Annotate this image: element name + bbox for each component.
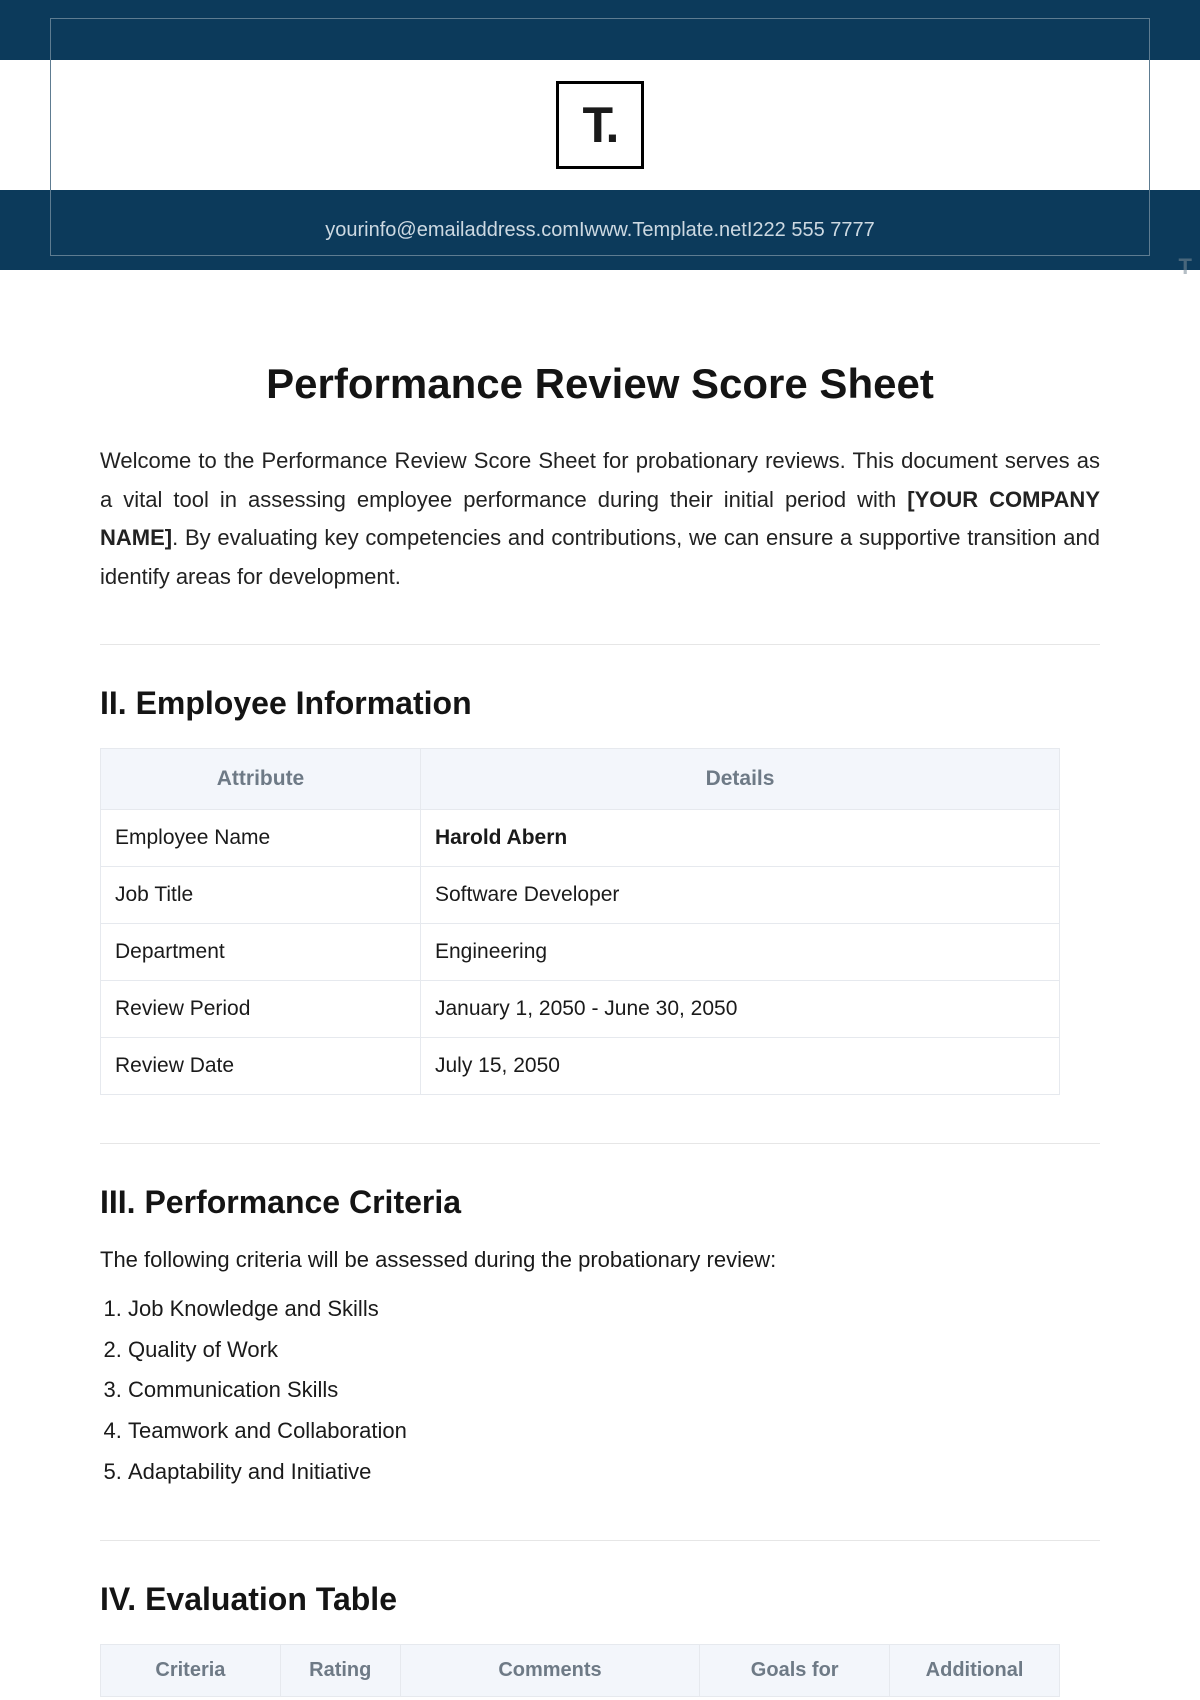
evaluation-table: Criteria Rating Comments Goals for Addit…: [100, 1644, 1060, 1697]
list-item: Quality of Work: [128, 1330, 1100, 1371]
col-rating: Rating: [280, 1645, 400, 1697]
logo-band: T.: [0, 60, 1200, 190]
attr-label: Review Period: [101, 981, 421, 1038]
contact-band: yourinfo@emailaddress.com I www.Template…: [0, 190, 1200, 270]
attr-value: January 1, 2050 - June 30, 2050: [421, 981, 1060, 1038]
divider: [100, 1143, 1100, 1144]
document-body: Performance Review Score Sheet Welcome t…: [0, 270, 1200, 1697]
col-comments: Comments: [400, 1645, 700, 1697]
criteria-intro: The following criteria will be assessed …: [100, 1247, 1100, 1273]
intro-text-2: . By evaluating key competencies and con…: [100, 525, 1100, 589]
col-additional: Additional: [890, 1645, 1060, 1697]
section-heading-employee: II. Employee Information: [100, 685, 1100, 722]
table-header-row: Criteria Rating Comments Goals for Addit…: [101, 1645, 1060, 1697]
divider: [100, 1540, 1100, 1541]
col-goals: Goals for: [700, 1645, 890, 1697]
table-row: Employee Name Harold Abern: [101, 810, 1060, 867]
logo-icon: T.: [556, 81, 644, 169]
section-heading-criteria: III. Performance Criteria: [100, 1184, 1100, 1221]
section-heading-eval: IV. Evaluation Table: [100, 1581, 1100, 1618]
contact-website: www.Template.net: [585, 219, 747, 242]
watermark-icon: T: [1179, 254, 1192, 280]
criteria-list: Job Knowledge and Skills Quality of Work…: [100, 1289, 1100, 1492]
attr-value: Harold Abern: [421, 810, 1060, 867]
table-row: Department Engineering: [101, 924, 1060, 981]
divider: [100, 644, 1100, 645]
attr-label: Employee Name: [101, 810, 421, 867]
intro-paragraph: Welcome to the Performance Review Score …: [100, 442, 1100, 596]
header-top-band: [0, 0, 1200, 60]
attr-label: Review Date: [101, 1038, 421, 1095]
attr-value: July 15, 2050: [421, 1038, 1060, 1095]
logo-text: T.: [583, 96, 618, 154]
attr-value: Software Developer: [421, 867, 1060, 924]
page-title: Performance Review Score Sheet: [100, 360, 1100, 408]
table-row: Job Title Software Developer: [101, 867, 1060, 924]
table-row: Review Date July 15, 2050: [101, 1038, 1060, 1095]
table-header-row: Attribute Details: [101, 749, 1060, 810]
col-attribute: Attribute: [101, 749, 421, 810]
col-criteria: Criteria: [101, 1645, 281, 1697]
attr-label: Department: [101, 924, 421, 981]
employee-info-table: Attribute Details Employee Name Harold A…: [100, 748, 1060, 1095]
contact-email: yourinfo@emailaddress.com: [325, 219, 579, 242]
list-item: Communication Skills: [128, 1370, 1100, 1411]
table-row: Review Period January 1, 2050 - June 30,…: [101, 981, 1060, 1038]
list-item: Teamwork and Collaboration: [128, 1411, 1100, 1452]
list-item: Job Knowledge and Skills: [128, 1289, 1100, 1330]
attr-value: Engineering: [421, 924, 1060, 981]
col-details: Details: [421, 749, 1060, 810]
contact-phone: 222 555 7777: [752, 219, 874, 242]
attr-label: Job Title: [101, 867, 421, 924]
list-item: Adaptability and Initiative: [128, 1452, 1100, 1493]
